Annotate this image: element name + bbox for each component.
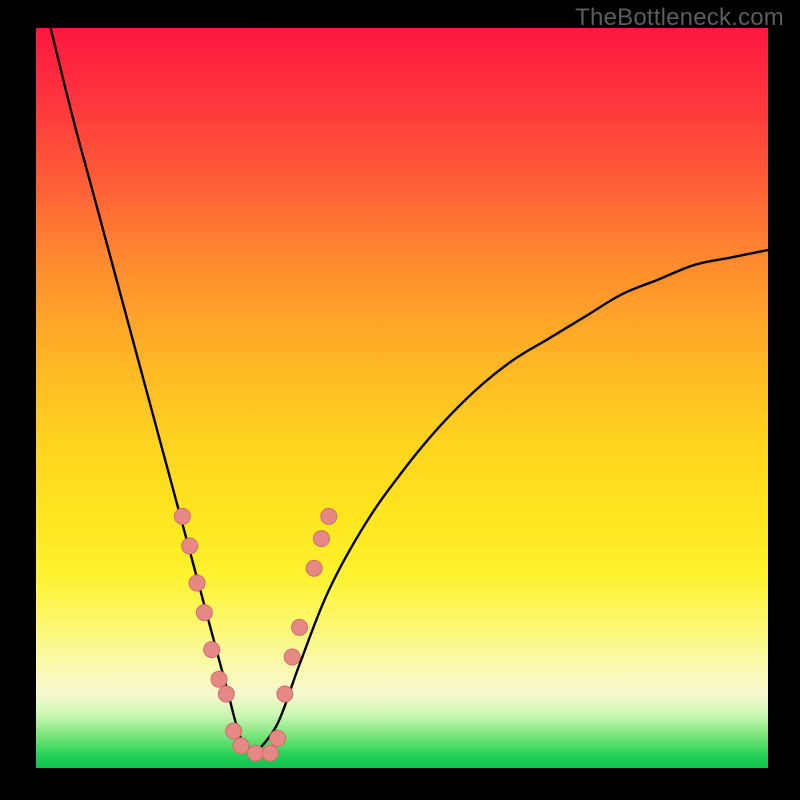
data-marker [211, 671, 227, 687]
data-marker [262, 745, 278, 761]
data-marker [196, 605, 212, 621]
data-marker [218, 686, 234, 702]
chart-frame: TheBottleneck.com [0, 0, 800, 800]
data-marker [321, 508, 337, 524]
data-marker [226, 723, 242, 739]
data-marker [189, 575, 205, 591]
data-marker [182, 538, 198, 554]
data-marker [313, 531, 329, 547]
data-marker [292, 619, 308, 635]
data-marker [270, 730, 286, 746]
curve-right-branch [256, 250, 768, 753]
data-marker [204, 642, 220, 658]
curve-layer [36, 28, 768, 768]
curve-left-branch [51, 28, 256, 753]
data-marker [233, 738, 249, 754]
data-marker [248, 745, 264, 761]
data-marker [277, 686, 293, 702]
data-marker [306, 560, 322, 576]
plot-area [36, 28, 768, 768]
data-marker [174, 508, 190, 524]
data-marker [284, 649, 300, 665]
watermark-text: TheBottleneck.com [575, 4, 784, 32]
